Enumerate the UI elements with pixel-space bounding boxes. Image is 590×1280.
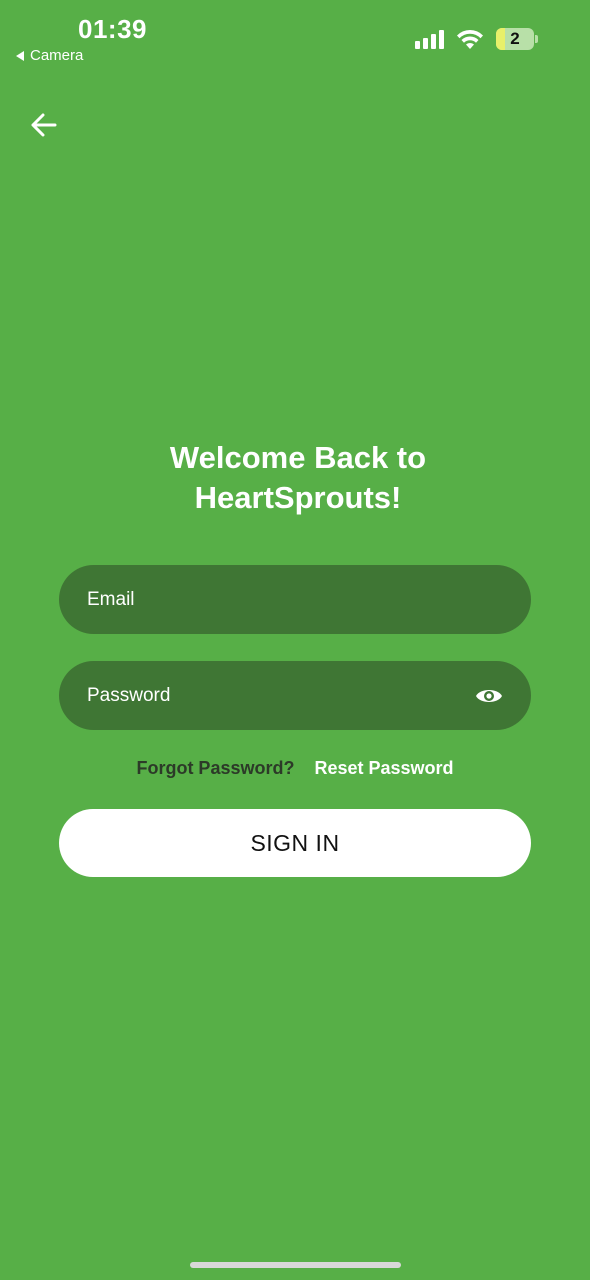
email-field[interactable]: [87, 588, 503, 611]
email-field-container[interactable]: [59, 565, 531, 634]
password-field-container[interactable]: [59, 661, 531, 730]
password-help-row: Forgot Password? Reset Password: [0, 758, 590, 779]
reset-password-link[interactable]: Reset Password: [314, 758, 453, 779]
password-field[interactable]: [87, 684, 475, 707]
status-back-to-app[interactable]: Camera: [16, 47, 83, 64]
cellular-signal-icon: [415, 29, 444, 49]
status-time: 01:39: [78, 14, 147, 44]
wifi-icon: [457, 29, 483, 49]
home-indicator[interactable]: [190, 1262, 401, 1268]
arrow-left-icon[interactable]: [28, 110, 60, 140]
status-indicators: 2: [415, 28, 538, 50]
battery-icon: 2: [496, 28, 534, 50]
title-line-2: HeartSprouts!: [194, 480, 402, 515]
battery-level: 2: [510, 29, 520, 48]
title-line-1: Welcome Back to: [169, 440, 427, 475]
sign-in-button[interactable]: SIGN IN: [59, 809, 531, 877]
forgot-password-text: Forgot Password?: [136, 758, 295, 778]
back-triangle-icon: [16, 50, 24, 61]
page-title: Welcome Back to HeartSprouts!: [0, 438, 590, 518]
status-back-label: Camera: [30, 47, 84, 64]
login-screen: 01:39 Camera 2 Welcome Back to HeartSpro…: [0, 0, 590, 1280]
eye-icon[interactable]: [475, 686, 503, 706]
